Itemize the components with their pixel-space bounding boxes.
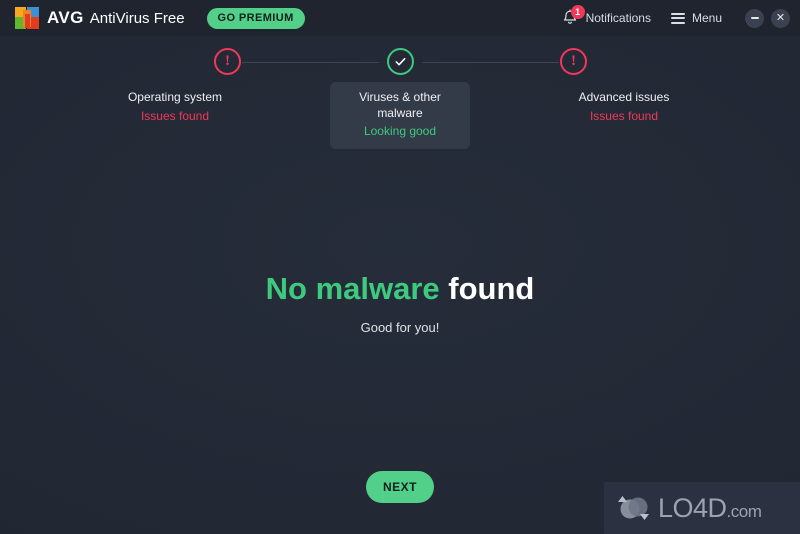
notifications-button[interactable]: 1 Notifications	[560, 5, 651, 28]
close-button[interactable]: ✕	[771, 8, 790, 28]
step-status: Looking good	[363, 124, 437, 139]
result-headline-rest: found	[448, 271, 535, 306]
notifications-label: Notifications	[585, 11, 651, 25]
step-title: Advanced issues	[578, 90, 670, 104]
step-viruses-malware[interactable]: Viruses & other malware Looking good	[330, 82, 470, 149]
go-premium-button[interactable]: GO PREMIUM	[206, 7, 305, 29]
scan-result: No malware found Good for you!	[0, 271, 800, 336]
result-headline: No malware found	[0, 271, 800, 306]
minimize-icon	[750, 17, 759, 19]
title-bar: AVG AntiVirus Free GO PREMIUM 1 Notifica…	[0, 0, 800, 36]
step-title: Operating system	[127, 90, 223, 104]
avg-antivirus-window: AVG AntiVirus Free GO PREMIUM 1 Notifica…	[0, 0, 800, 534]
lo4d-watermark-text: LO4D.com	[658, 492, 762, 523]
step-status: Issues found	[589, 108, 659, 123]
lo4d-suffix: .com	[726, 501, 762, 521]
avg-logo-icon	[14, 6, 40, 30]
brand-name-avg: AVG	[47, 8, 84, 27]
brand-product-name: AntiVirus Free	[89, 9, 185, 27]
result-headline-highlight: No malware	[265, 271, 440, 306]
exclamation-circle-icon: !	[571, 53, 576, 69]
minimize-button[interactable]	[745, 8, 764, 28]
hamburger-icon	[670, 10, 685, 26]
exclamation-circle-icon: !	[225, 53, 230, 69]
lo4d-name: LO4D	[658, 492, 727, 523]
menu-label: Menu	[691, 11, 722, 25]
step-status: Issues found	[140, 108, 210, 123]
check-circle-icon	[395, 57, 406, 66]
step-icon-operating-system[interactable]: !	[214, 48, 241, 75]
close-icon: ✕	[775, 11, 786, 24]
next-button[interactable]: NEXT	[366, 471, 434, 503]
result-subtitle: Good for you!	[360, 320, 440, 336]
notifications-badge: 1	[570, 5, 585, 19]
scan-steps: ! ! Operating system Issues found Viruse…	[0, 48, 800, 149]
step-icon-viruses-malware[interactable]	[387, 48, 414, 75]
titlebar-actions: 1 Notifications Menu ✕	[560, 5, 790, 28]
menu-button[interactable]: Menu	[670, 10, 722, 26]
step-connector-line	[422, 62, 559, 63]
step-icon-advanced-issues[interactable]: !	[560, 48, 587, 75]
brand: AVG AntiVirus Free	[14, 6, 185, 30]
step-label-row: Operating system Issues found Viruses & …	[90, 82, 710, 149]
step-operating-system[interactable]: Operating system Issues found	[90, 82, 260, 133]
step-advanced-issues[interactable]: Advanced issues Issues found	[539, 82, 709, 133]
step-title: Viruses & other malware	[359, 90, 441, 120]
lo4d-circles-icon	[616, 492, 652, 524]
step-icon-row: ! !	[200, 48, 600, 78]
lo4d-watermark: LO4D.com	[604, 482, 800, 534]
step-connector-line	[242, 62, 379, 63]
bell-icon: 1	[560, 5, 585, 28]
